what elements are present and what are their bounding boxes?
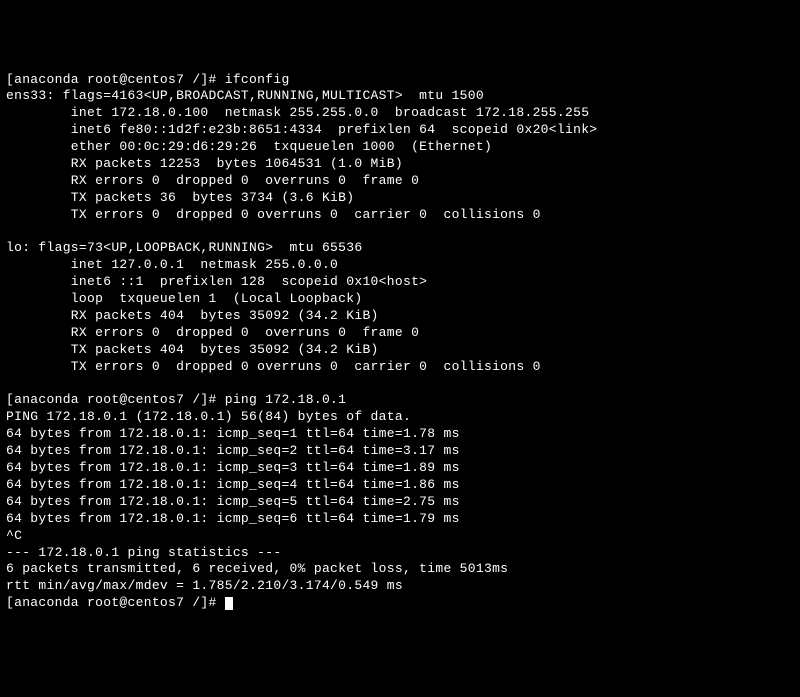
ping-stats-summary: 6 packets transmitted, 6 received, 0% pa…: [6, 561, 508, 576]
ifconfig-lo-tx-packets: TX packets 404 bytes 35092 (34.2 KiB): [6, 342, 379, 357]
ifconfig-ens33-tx-packets: TX packets 36 bytes 3734 (3.6 KiB): [6, 190, 354, 205]
ping-stats-header: --- 172.18.0.1 ping statistics ---: [6, 545, 281, 560]
ifconfig-ens33-ether: ether 00:0c:29:d6:29:26 txqueuelen 1000 …: [6, 139, 492, 154]
prompt-line: [anaconda root@centos7 /]# ping 172.18.0…: [6, 392, 346, 407]
ifconfig-lo-tx-errors: TX errors 0 dropped 0 overruns 0 carrier…: [6, 359, 541, 374]
ping-reply: 64 bytes from 172.18.0.1: icmp_seq=3 ttl…: [6, 460, 460, 475]
interrupt-signal: ^C: [6, 528, 22, 543]
ifconfig-ens33-rx-errors: RX errors 0 dropped 0 overruns 0 frame 0: [6, 173, 419, 188]
ping-header: PING 172.18.0.1 (172.18.0.1) 56(84) byte…: [6, 409, 411, 424]
ifconfig-lo-rx-packets: RX packets 404 bytes 35092 (34.2 KiB): [6, 308, 379, 323]
cursor-icon: [225, 597, 233, 610]
ping-reply: 64 bytes from 172.18.0.1: icmp_seq=5 ttl…: [6, 494, 460, 509]
ifconfig-lo-inet: inet 127.0.0.1 netmask 255.0.0.0: [6, 257, 338, 272]
ping-reply: 64 bytes from 172.18.0.1: icmp_seq=6 ttl…: [6, 511, 460, 526]
prompt-line: [anaconda root@centos7 /]#: [6, 595, 225, 610]
ifconfig-lo-rx-errors: RX errors 0 dropped 0 overruns 0 frame 0: [6, 325, 419, 340]
ping-reply: 64 bytes from 172.18.0.1: icmp_seq=2 ttl…: [6, 443, 460, 458]
ifconfig-lo-flags: lo: flags=73<UP,LOOPBACK,RUNNING> mtu 65…: [6, 240, 362, 255]
ifconfig-ens33-inet: inet 172.18.0.100 netmask 255.255.0.0 br…: [6, 105, 589, 120]
terminal-output[interactable]: [anaconda root@centos7 /]# ifconfig ens3…: [6, 72, 794, 613]
ping-stats-rtt: rtt min/avg/max/mdev = 1.785/2.210/3.174…: [6, 578, 403, 593]
ifconfig-lo-inet6: inet6 ::1 prefixlen 128 scopeid 0x10<hos…: [6, 274, 427, 289]
ifconfig-ens33-inet6: inet6 fe80::1d2f:e23b:8651:4334 prefixle…: [6, 122, 597, 137]
ifconfig-lo-loop: loop txqueuelen 1 (Local Loopback): [6, 291, 362, 306]
prompt-line: [anaconda root@centos7 /]# ifconfig: [6, 72, 290, 87]
ifconfig-ens33-rx-packets: RX packets 12253 bytes 1064531 (1.0 MiB): [6, 156, 403, 171]
ifconfig-ens33-flags: ens33: flags=4163<UP,BROADCAST,RUNNING,M…: [6, 88, 484, 103]
ping-reply: 64 bytes from 172.18.0.1: icmp_seq=1 ttl…: [6, 426, 460, 441]
ping-reply: 64 bytes from 172.18.0.1: icmp_seq=4 ttl…: [6, 477, 460, 492]
ifconfig-ens33-tx-errors: TX errors 0 dropped 0 overruns 0 carrier…: [6, 207, 541, 222]
